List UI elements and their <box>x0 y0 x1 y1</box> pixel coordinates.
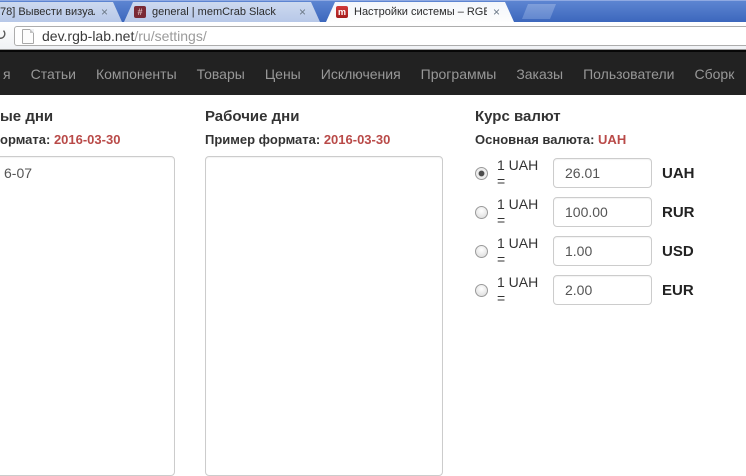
nav-item-goods[interactable]: Товары <box>187 66 255 82</box>
url-path: /ru/settings/ <box>134 28 206 44</box>
tab-title: 78] Вывести визуал <box>0 6 95 18</box>
nav-item-components[interactable]: Компоненты <box>86 66 187 82</box>
close-icon[interactable]: × <box>299 6 306 18</box>
nav-item-prices[interactable]: Цены <box>255 66 311 82</box>
reload-icon[interactable]: ↻ <box>0 25 7 45</box>
weekend-days-textarea[interactable]: 6-07 <box>0 156 175 476</box>
browser-tab-1[interactable]: 78] Вывести визуал × <box>0 2 122 22</box>
nav-item-partial[interactable]: я <box>0 66 21 82</box>
rate-input-usd[interactable] <box>553 236 652 266</box>
base-currency-label: Основная валюта: UAH <box>475 132 626 147</box>
nav-item-builds[interactable]: Сборк <box>685 66 745 82</box>
base-currency-radio-uah[interactable] <box>475 167 488 180</box>
currency-row-usd: 1 UAH = USD <box>475 236 694 266</box>
base-currency-radio-usd[interactable] <box>475 245 488 258</box>
rate-prefix: 1 UAH = <box>497 157 545 189</box>
weekend-days-title: ые дни <box>0 108 53 125</box>
rate-prefix: 1 UAH = <box>497 235 545 267</box>
browser-toolbar: ↻ dev.rgb-lab.net/ru/settings/ <box>0 22 746 50</box>
base-currency-code: UAH <box>598 132 626 147</box>
nav-item-exceptions[interactable]: Исключения <box>311 66 411 82</box>
weekend-format-label: ормата: 2016-03-30 <box>0 132 120 147</box>
base-currency-radio-rur[interactable] <box>475 206 488 219</box>
format-example-date: 2016-03-30 <box>324 132 391 147</box>
rate-prefix: 1 UAH = <box>497 196 545 228</box>
url-host: dev.rgb-lab.net <box>42 28 134 44</box>
rate-input-eur[interactable] <box>553 275 652 305</box>
currency-code-label: USD <box>662 243 694 260</box>
memcrab-favicon-icon: m <box>336 6 348 18</box>
nav-item-programs[interactable]: Программы <box>411 66 507 82</box>
browser-tab-3-active[interactable]: m Настройки системы – RGB × <box>326 2 514 22</box>
browser-tab-strip: 78] Вывести визуал × # general | memCrab… <box>0 0 746 22</box>
close-icon[interactable]: × <box>101 6 108 18</box>
currency-code-label: UAH <box>662 165 695 182</box>
close-icon[interactable]: × <box>493 6 500 18</box>
rate-input-uah[interactable] <box>553 158 652 188</box>
base-currency-radio-eur[interactable] <box>475 284 488 297</box>
page-icon <box>22 29 34 44</box>
currency-code-label: EUR <box>662 282 694 299</box>
currency-code-label: RUR <box>662 204 695 221</box>
nav-item-orders[interactable]: Заказы <box>506 66 573 82</box>
slack-favicon-icon: # <box>134 6 146 18</box>
weekend-days-value: 6-07 <box>4 165 32 181</box>
new-tab-button[interactable] <box>522 4 556 19</box>
currency-rates-title: Курс валют <box>475 108 561 125</box>
currency-row-rur: 1 UAH = RUR <box>475 197 695 227</box>
currency-row-eur: 1 UAH = EUR <box>475 275 694 305</box>
tab-title: general | memCrab Slack <box>152 6 293 18</box>
rate-input-rur[interactable] <box>553 197 652 227</box>
format-example-date: 2016-03-30 <box>54 132 121 147</box>
url-bar[interactable]: dev.rgb-lab.net/ru/settings/ <box>14 26 746 46</box>
url-text: dev.rgb-lab.net/ru/settings/ <box>42 28 207 44</box>
working-days-title: Рабочие дни <box>205 108 299 125</box>
site-navbar: я Статьи Компоненты Товары Цены Исключен… <box>0 50 746 95</box>
nav-item-users[interactable]: Пользователи <box>573 66 684 82</box>
working-days-textarea[interactable] <box>205 156 443 476</box>
rate-prefix: 1 UAH = <box>497 274 545 306</box>
tab-title: Настройки системы – RGB <box>354 6 487 18</box>
working-format-label: Пример формата: 2016-03-30 <box>205 132 390 147</box>
currency-row-uah: 1 UAH = UAH <box>475 158 695 188</box>
nav-item-articles[interactable]: Статьи <box>21 66 86 82</box>
browser-tab-2[interactable]: # general | memCrab Slack × <box>124 2 320 22</box>
